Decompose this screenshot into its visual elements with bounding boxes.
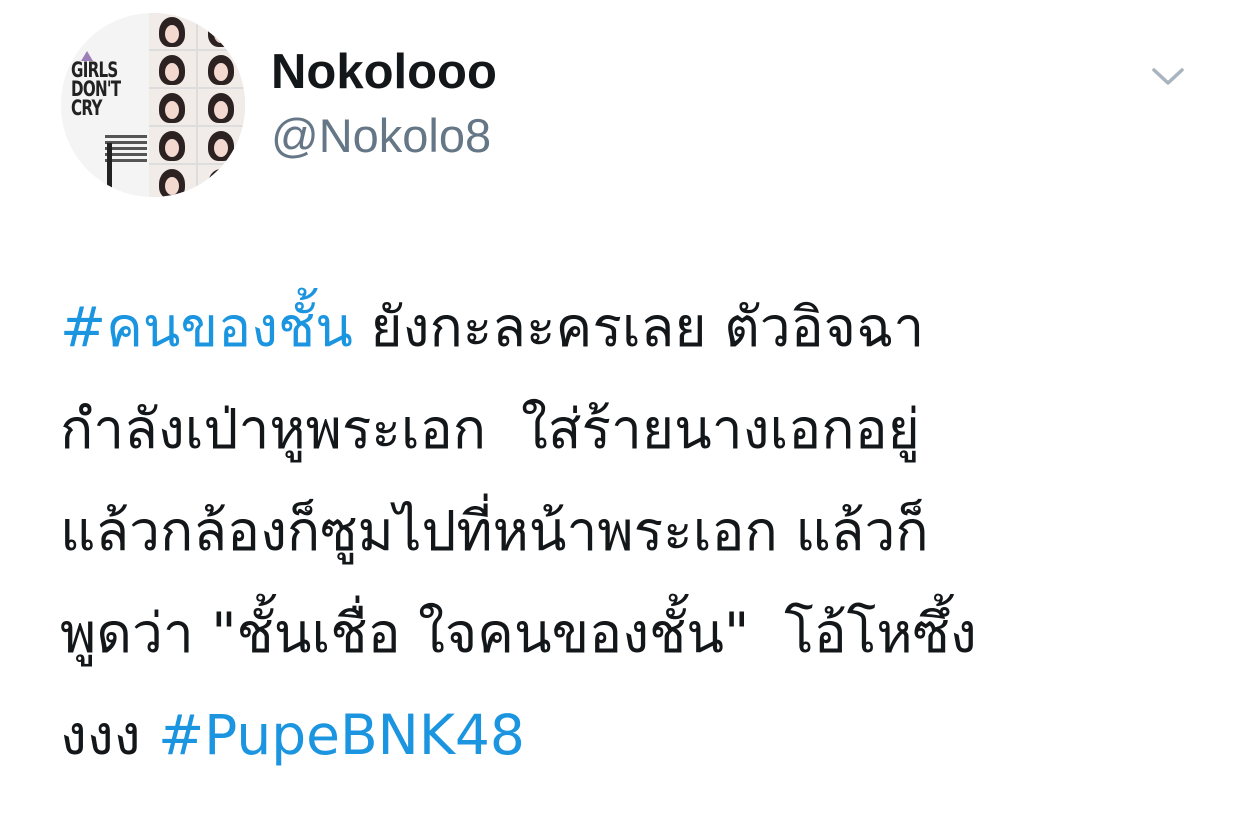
tweet-text-segment: พูดว่า "ชั้นเชื่อ ใจคนของชั้น" โอ้โหซึ้ง [60, 601, 977, 665]
avatar-photo-grid [149, 13, 245, 197]
avatar-face [149, 89, 196, 125]
avatar-face [198, 13, 245, 49]
avatar-face [198, 127, 245, 163]
avatar-face [198, 51, 245, 87]
tweet-text-segment: แล้วกล้องก็ซูมไปที่หน้าพระเอก แล้วก็ [60, 499, 929, 563]
hashtag-link[interactable]: #PupeBNK48 [158, 703, 525, 767]
tweet-text: #คนของชั้น ยังกะละครเลย ตัวอิจฉากำลังเป่… [60, 276, 1210, 786]
hashtag-link[interactable]: #คนของชั้น [60, 295, 353, 359]
tweet-text-segment: งงง [60, 703, 159, 767]
avatar-face [149, 51, 196, 87]
avatar[interactable]: GIRLS DON'T CRY [61, 13, 245, 197]
tweet-line: แล้วกล้องก็ซูมไปที่หน้าพระเอก แล้วก็ [60, 480, 1210, 582]
tweet-text-segment: ยังกะละครเลย ตัวอิจฉา [352, 295, 925, 359]
avatar-poster-bar [107, 143, 112, 197]
avatar-face [198, 89, 245, 125]
user-handle[interactable]: @Nokolo8 [271, 104, 491, 168]
avatar-face [198, 165, 245, 197]
tweet-text-segment: กำลังเป่าหูพระเอก ใส่ร้ายนางเอกอยู่ [60, 397, 920, 461]
tweet-line: กำลังเป่าหูพระเอก ใส่ร้ายนางเอกอยู่ [60, 378, 1210, 480]
tweet-line: พูดว่า "ชั้นเชื่อ ใจคนของชั้น" โอ้โหซึ้ง [60, 582, 1210, 684]
avatar-face [149, 127, 196, 163]
avatar-face [149, 165, 196, 197]
chevron-down-icon[interactable] [1150, 62, 1186, 90]
avatar-face [149, 13, 196, 49]
tweet-line: งงง #PupeBNK48 [60, 684, 1210, 786]
tweet-card: GIRLS DON'T CRY Nokolooo @Nokolo8 #คนของ… [0, 0, 1242, 827]
display-name[interactable]: Nokolooo [271, 40, 497, 104]
avatar-poster: GIRLS DON'T CRY [61, 13, 153, 197]
tweet-line: #คนของชั้น ยังกะละครเลย ตัวอิจฉา [60, 276, 1210, 378]
avatar-poster-text: GIRLS DON'T CRY [71, 58, 121, 120]
